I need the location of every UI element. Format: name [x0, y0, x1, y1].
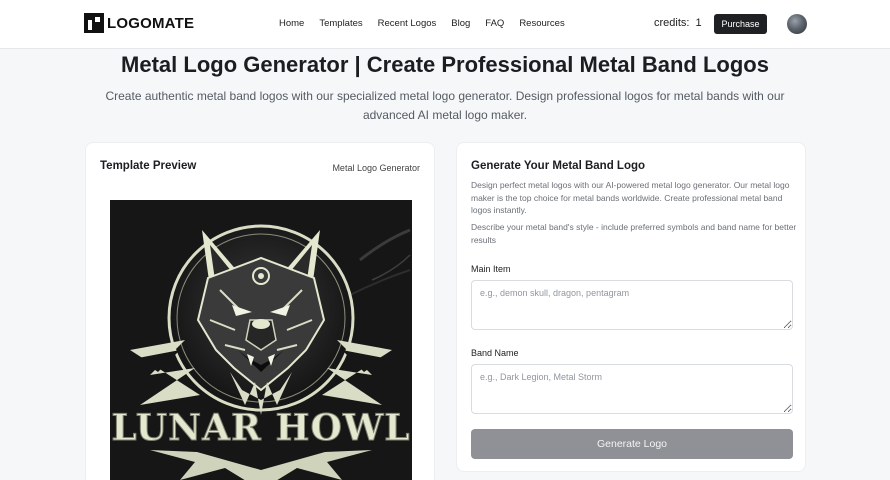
logo-band-name: LUNAR HOWL: [111, 407, 410, 449]
credits-label: credits:: [654, 17, 690, 29]
generate-logo-button[interactable]: Generate Logo: [471, 429, 793, 459]
preview-title: Template Preview: [100, 160, 197, 172]
nav-home[interactable]: Home: [279, 18, 304, 29]
nav-blog[interactable]: Blog: [451, 18, 470, 29]
main-item-label: Main Item: [471, 264, 511, 274]
main-item-input[interactable]: [471, 280, 793, 330]
generator-card: Generate Your Metal Band Logo Design per…: [456, 142, 806, 472]
logo-text: LOGOMATE: [107, 14, 195, 32]
generator-description: Design perfect metal logos with our AI-p…: [471, 180, 790, 215]
band-name-input[interactable]: [471, 364, 793, 414]
nav-resources[interactable]: Resources: [519, 18, 564, 29]
nav-recent-logos[interactable]: Recent Logos: [378, 18, 437, 29]
logo-preview-image: LUNAR HOWL: [110, 200, 412, 480]
template-preview-card: Template Preview Metal Logo Generator LU…: [85, 142, 435, 480]
generator-title: Generate Your Metal Band Logo: [471, 160, 646, 172]
generator-hint: Describe your metal band's style - inclu…: [471, 222, 797, 245]
page-title: Metal Logo Generator | Create Profession…: [121, 52, 769, 77]
credits-value: 1: [695, 17, 702, 29]
wolf-logo-illustration: LUNAR HOWL: [110, 200, 412, 480]
nav-faq[interactable]: FAQ: [485, 18, 504, 29]
purchase-button[interactable]: Purchase: [714, 14, 767, 34]
logo-mark-icon: [84, 13, 104, 33]
band-name-label: Band Name: [471, 348, 519, 358]
page-subtitle: Create authentic metal band logos with o…: [105, 89, 785, 122]
avatar[interactable]: [787, 14, 807, 34]
site-logo[interactable]: LOGOMATE: [84, 13, 194, 33]
preview-tag: Metal Logo Generator: [332, 163, 420, 173]
nav-templates[interactable]: Templates: [319, 18, 362, 29]
credits-display: credits: 1: [654, 17, 702, 29]
main-nav: Home Templates Recent Logos Blog FAQ Res…: [279, 18, 565, 29]
top-navbar: LOGOMATE Home Templates Recent Logos Blo…: [0, 0, 890, 49]
